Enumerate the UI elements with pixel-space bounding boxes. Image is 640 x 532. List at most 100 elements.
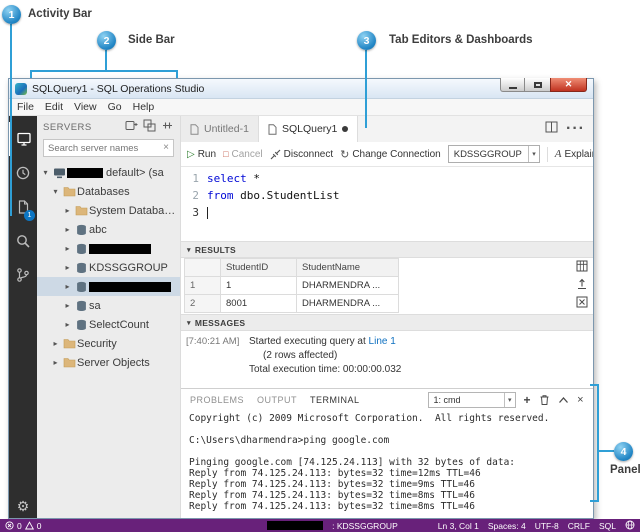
search-input[interactable] — [48, 142, 161, 154]
messages-section-header[interactable]: MESSAGES — [181, 314, 593, 331]
tree-item-security[interactable]: Security — [37, 334, 180, 353]
clear-search-icon[interactable] — [163, 143, 169, 153]
database-dropdown[interactable]: KDSSGGROUP — [447, 145, 540, 163]
callout-2-bracket — [30, 70, 178, 72]
tree-item-database-redacted[interactable] — [37, 239, 180, 258]
problems-status[interactable]: 0 0 — [5, 521, 41, 531]
chevron-right-icon[interactable] — [62, 263, 73, 272]
tree-item-system-databases[interactable]: System Databases — [37, 201, 180, 220]
explain-button[interactable]: Explain — [555, 148, 593, 160]
panel-tab-bar: PROBLEMS OUTPUT TERMINAL 1: cmd — [181, 389, 593, 410]
maximize-button[interactable] — [525, 78, 550, 92]
chevron-right-icon[interactable] — [62, 320, 73, 329]
cursor-position-status[interactable]: Ln 3, Col 1 — [438, 521, 479, 531]
source-control-icon[interactable] — [9, 258, 37, 292]
tab-untitled-1[interactable]: Untitled-1 — [181, 116, 259, 142]
run-button[interactable]: Run — [187, 149, 216, 160]
collapse-icon — [187, 319, 191, 327]
search-view-icon[interactable] — [9, 224, 37, 258]
tree-item-database-selectcount[interactable]: SelectCount — [37, 315, 180, 334]
folder-icon — [73, 205, 89, 216]
tab-problems[interactable]: PROBLEMS — [190, 395, 244, 405]
status-bar: 0 0 : KDSSGGROUP Ln 3, Col 1 Spaces: 4 U… — [0, 519, 640, 532]
grid-row[interactable]: 1 1 DHARMENDRA ... — [184, 276, 399, 295]
tree-item-database-abc[interactable]: abc — [37, 220, 180, 239]
line-link[interactable]: Line 1 — [369, 336, 396, 347]
active-connections-icon[interactable] — [161, 119, 174, 135]
maximize-icon — [533, 81, 542, 88]
language-mode-status[interactable]: SQL — [599, 521, 616, 531]
terminal-instance-dropdown[interactable]: 1: cmd — [427, 391, 516, 408]
server-icon — [51, 167, 67, 179]
new-connection-icon[interactable] — [125, 119, 138, 135]
app-icon — [15, 82, 27, 95]
connection-status[interactable]: : KDSSGGROUP — [332, 521, 398, 531]
tree-item-server[interactable]: default> (sa — [37, 163, 180, 182]
chevron-down-icon[interactable] — [40, 168, 51, 177]
menu-bar: File Edit View Go Help — [9, 99, 593, 116]
menu-item-edit[interactable]: Edit — [45, 101, 63, 113]
save-as-csv-icon[interactable] — [576, 260, 588, 272]
terminal-output[interactable]: Copyright (c) 2009 Microsoft Corporation… — [181, 410, 593, 518]
chevron-right-icon[interactable] — [62, 244, 73, 253]
errors-icon — [5, 521, 14, 530]
tree-item-server-objects[interactable]: Server Objects — [37, 353, 180, 372]
eol-status[interactable]: CRLF — [568, 521, 590, 531]
close-button[interactable] — [550, 78, 587, 92]
minimize-icon — [508, 86, 517, 89]
chevron-right-icon[interactable] — [62, 282, 73, 291]
close-icon — [565, 80, 573, 89]
close-panel-icon[interactable] — [577, 394, 584, 406]
task-history-icon[interactable] — [9, 156, 37, 190]
redacted-text — [89, 243, 151, 254]
chevron-down-icon — [504, 392, 515, 407]
tree-item-databases[interactable]: Databases — [37, 182, 180, 201]
indentation-status[interactable]: Spaces: 4 — [488, 521, 526, 531]
callout-3-line — [365, 50, 367, 128]
database-icon — [73, 319, 89, 331]
grid-row[interactable]: 2 8001 DHARMENDRA ... — [184, 294, 399, 313]
app-window: SQLQuery1 - SQL Operations Studio File E… — [8, 78, 594, 519]
tree-item-database-kdssggroup[interactable]: KDSSGGROUP — [37, 258, 180, 277]
code-editor[interactable]: 1 2 3 select * from dbo.StudentList — [181, 167, 593, 241]
encoding-status[interactable]: UTF-8 — [535, 521, 559, 531]
servers-view-icon[interactable] — [9, 122, 37, 156]
more-actions-icon[interactable] — [566, 120, 585, 138]
tab-output[interactable]: OUTPUT — [257, 395, 297, 405]
menu-item-file[interactable]: File — [17, 101, 34, 113]
minimize-button[interactable] — [500, 78, 525, 92]
tab-terminal[interactable]: TERMINAL — [310, 395, 360, 405]
callout-2-tick-left — [30, 70, 32, 78]
change-connection-button[interactable]: Change Connection — [340, 148, 440, 161]
tab-sqlquery1[interactable]: SQLQuery1 — [258, 116, 359, 142]
database-icon — [73, 243, 89, 255]
chevron-right-icon[interactable] — [62, 206, 73, 215]
disconnect-button[interactable]: Disconnect — [270, 149, 333, 160]
menu-item-view[interactable]: View — [74, 101, 97, 113]
save-as-excel-icon[interactable] — [576, 296, 588, 308]
feedback-globe-icon[interactable] — [625, 520, 635, 532]
menu-item-help[interactable]: Help — [133, 101, 155, 113]
rows-affected-text: (2 rows affected) — [263, 350, 338, 361]
menu-item-go[interactable]: Go — [108, 101, 122, 113]
cancel-button[interactable]: Cancel — [223, 149, 263, 160]
file-icon — [268, 123, 277, 135]
database-icon — [73, 300, 89, 312]
split-editor-icon[interactable] — [545, 120, 558, 138]
maximize-panel-icon[interactable] — [558, 396, 569, 404]
title-bar[interactable]: SQLQuery1 - SQL Operations Studio — [9, 78, 593, 99]
new-server-group-icon[interactable] — [143, 119, 156, 135]
chevron-down-icon[interactable] — [50, 187, 61, 196]
chevron-right-icon[interactable] — [62, 301, 73, 310]
results-section-header[interactable]: RESULTS — [181, 241, 593, 258]
tree-item-database-selected-redacted[interactable] — [37, 277, 180, 296]
kill-terminal-icon[interactable] — [539, 394, 550, 406]
chevron-right-icon[interactable] — [50, 358, 61, 367]
new-terminal-icon[interactable] — [524, 393, 532, 407]
tree-item-database-sa[interactable]: sa — [37, 296, 180, 315]
save-as-json-icon[interactable] — [576, 278, 588, 290]
chevron-right-icon[interactable] — [62, 225, 73, 234]
explorer-icon[interactable]: 1 — [9, 190, 37, 224]
chevron-right-icon[interactable] — [50, 339, 61, 348]
settings-gear-icon[interactable] — [9, 499, 37, 513]
